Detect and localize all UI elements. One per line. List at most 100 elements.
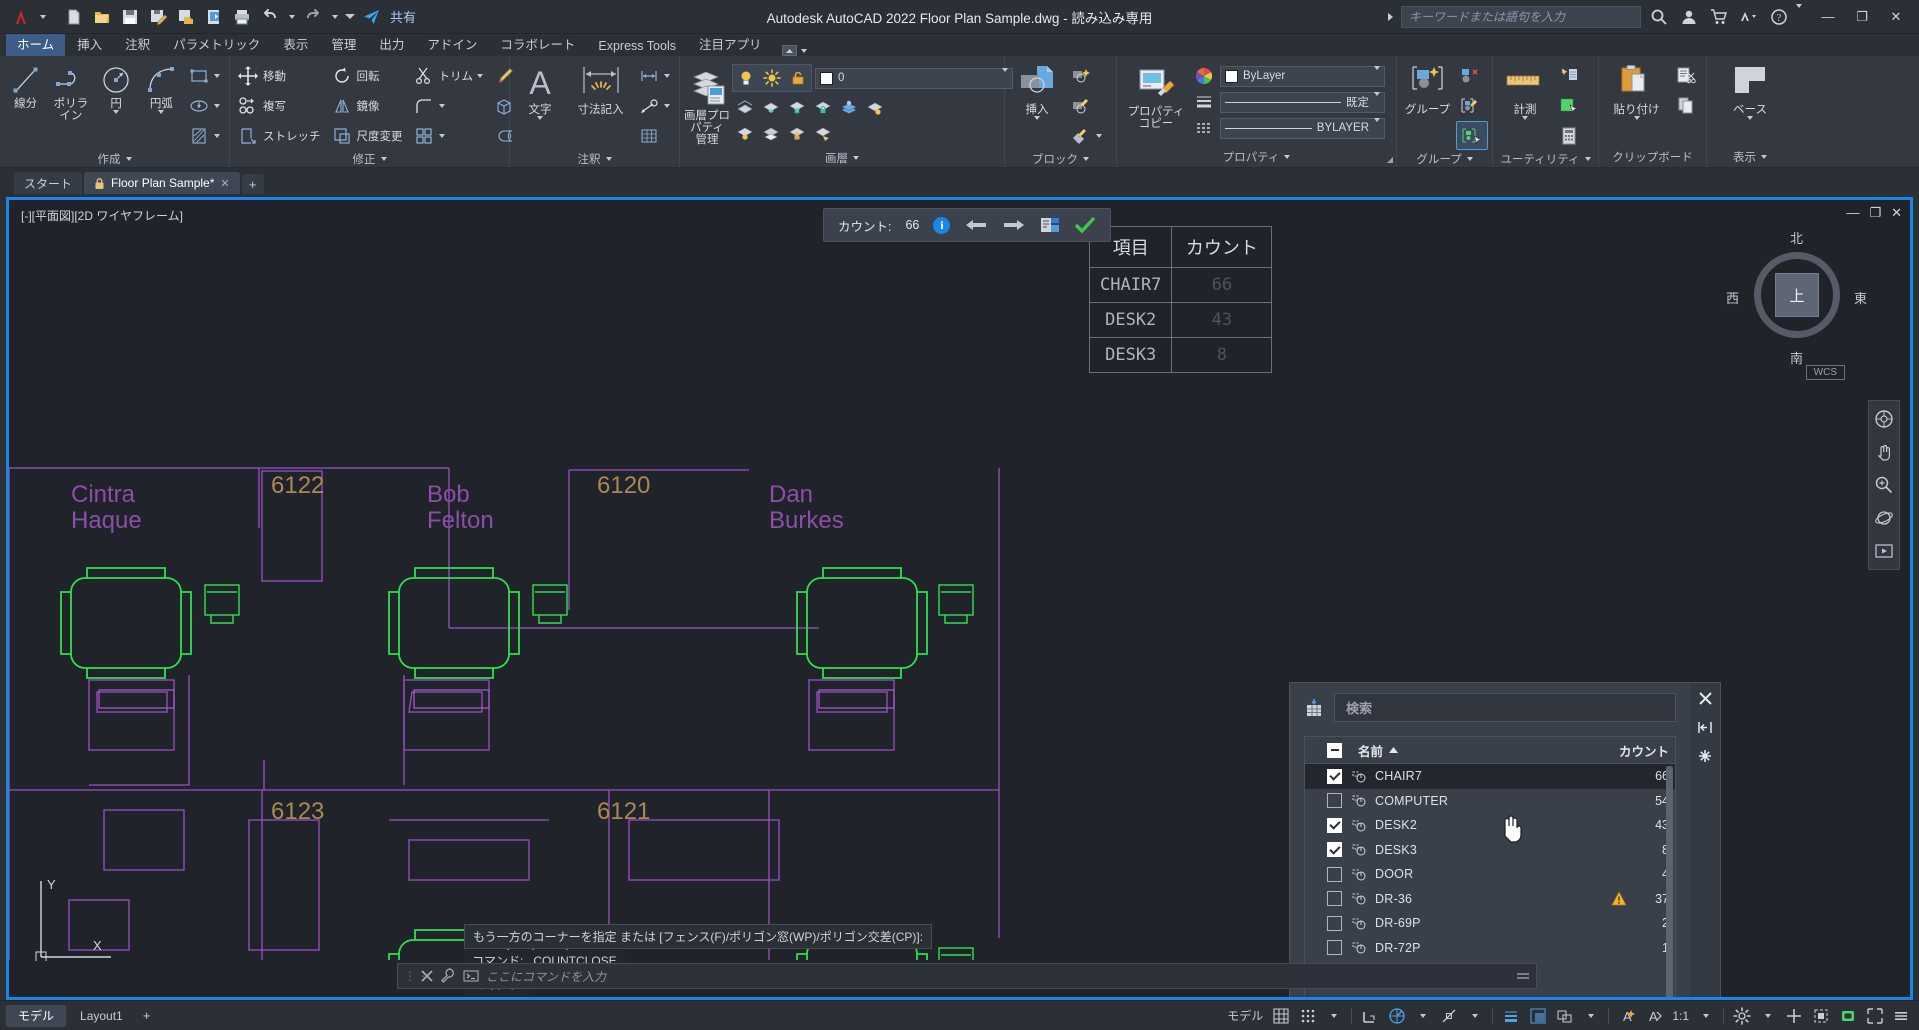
tool-polyline[interactable]: ポリライン bbox=[49, 61, 92, 124]
tool-trim[interactable]: トリム bbox=[410, 61, 488, 90]
command-line-expand-icon[interactable] bbox=[1516, 971, 1530, 981]
tool-layer-properties[interactable]: 画層プロパティ 管理 bbox=[684, 67, 730, 148]
command-line-close-icon[interactable] bbox=[421, 970, 433, 982]
close-button[interactable]: ✕ bbox=[1879, 1, 1913, 33]
sort-ascending-icon[interactable] bbox=[1388, 746, 1399, 754]
command-input[interactable]: ここにコマンドを入力 bbox=[486, 968, 1509, 985]
panel-title-draw[interactable]: 作成 bbox=[0, 150, 229, 167]
save-to-web-icon[interactable] bbox=[173, 4, 199, 30]
annotation-scale-icon[interactable]: A bbox=[1641, 1004, 1667, 1028]
hardware-acceleration-icon[interactable] bbox=[1835, 1004, 1861, 1028]
account-icon[interactable] bbox=[1676, 4, 1701, 29]
grid-display-icon[interactable] bbox=[1268, 1004, 1294, 1028]
polar-tracking-icon[interactable] bbox=[1384, 1004, 1410, 1028]
tool-group[interactable]: グループ bbox=[1401, 61, 1454, 118]
linetype-selector[interactable]: 既定 bbox=[1220, 91, 1385, 113]
ribbon-tab-home[interactable]: ホーム bbox=[6, 32, 66, 56]
tool-insert-block[interactable]: 挿入 bbox=[1009, 61, 1065, 122]
tool-text[interactable]: A 文字 bbox=[514, 61, 566, 122]
layer-lock-icon[interactable] bbox=[785, 65, 811, 91]
layer-merge-icon[interactable] bbox=[758, 121, 784, 147]
open-from-web-icon[interactable] bbox=[201, 4, 227, 30]
ribbon-tab-output[interactable]: 出力 bbox=[368, 32, 415, 56]
redo-caret-icon[interactable] bbox=[328, 4, 341, 30]
tool-rectangle[interactable] bbox=[185, 61, 225, 90]
layout-tab-model[interactable]: モデル bbox=[6, 1004, 67, 1027]
layer-selector[interactable]: 0 bbox=[815, 67, 1013, 89]
panel-title-block[interactable]: ブロック bbox=[1005, 150, 1116, 167]
tool-scale[interactable]: 尺度変更 bbox=[328, 121, 408, 150]
previous-arrow-icon[interactable] bbox=[964, 217, 988, 233]
save-as-icon[interactable] bbox=[145, 4, 171, 30]
layer-isolate-icon[interactable] bbox=[758, 95, 784, 121]
table-row[interactable]: DR-36 37 bbox=[1305, 887, 1675, 912]
layer-match-icon[interactable] bbox=[732, 95, 758, 121]
auto-hide-icon[interactable] bbox=[1694, 718, 1716, 736]
selection-cycling-caret-icon[interactable] bbox=[1579, 1004, 1603, 1028]
table-row[interactable]: DESK3 8 bbox=[1305, 838, 1675, 863]
linetype-icon[interactable] bbox=[1193, 117, 1215, 139]
count-search-input[interactable]: 検索 bbox=[1334, 693, 1676, 722]
tool-ungroup[interactable] bbox=[1456, 61, 1488, 90]
info-icon[interactable]: i bbox=[933, 216, 951, 234]
tool-ellipse[interactable] bbox=[185, 91, 225, 120]
polar-caret-icon[interactable] bbox=[1411, 1004, 1435, 1028]
maximize-button[interactable]: ❐ bbox=[1845, 1, 1879, 33]
cart-icon[interactable] bbox=[1706, 4, 1731, 29]
redo-icon[interactable] bbox=[300, 4, 326, 30]
workspace-switching-icon[interactable] bbox=[1729, 1004, 1755, 1028]
new-document-tab-button[interactable]: + bbox=[241, 174, 264, 194]
panel-title-layers[interactable]: 画層 bbox=[680, 148, 1004, 167]
ribbon-tab-annotate[interactable]: 注釈 bbox=[114, 32, 161, 56]
tool-measure[interactable]: 計測 bbox=[1497, 61, 1553, 122]
properties-icon[interactable] bbox=[1694, 747, 1716, 765]
clean-screen-icon[interactable] bbox=[1862, 1004, 1888, 1028]
tool-stretch[interactable]: ストレッチ bbox=[234, 121, 326, 150]
minimize-button[interactable]: — bbox=[1811, 1, 1845, 33]
isolate-objects-icon[interactable] bbox=[1808, 1004, 1834, 1028]
application-menu-button[interactable] bbox=[8, 4, 34, 30]
transparency-icon[interactable] bbox=[1525, 1004, 1551, 1028]
object-color-selector[interactable]: ByLayer bbox=[1220, 65, 1385, 87]
panel-title-clipboard[interactable]: クリップボード bbox=[1599, 147, 1706, 167]
layer-freeze-icon[interactable] bbox=[784, 95, 810, 121]
ribbon-tab-featured-apps[interactable]: 注目アプリ bbox=[688, 32, 773, 56]
lineweight-selector[interactable]: BYLAYER bbox=[1220, 117, 1385, 139]
tool-array[interactable] bbox=[410, 121, 488, 150]
save-icon[interactable] bbox=[117, 4, 143, 30]
count-table-icon[interactable] bbox=[1040, 216, 1060, 234]
panel-title-utilities[interactable]: ユーティリティ bbox=[1493, 150, 1598, 167]
close-count-icon[interactable] bbox=[1074, 216, 1096, 234]
orbit-icon[interactable] bbox=[1871, 505, 1897, 531]
panel-title-modify[interactable]: 修正 bbox=[230, 150, 509, 167]
tool-circle[interactable]: 円 bbox=[95, 61, 138, 116]
tool-line[interactable]: 線分 bbox=[4, 61, 47, 112]
row-checkbox[interactable] bbox=[1327, 817, 1342, 833]
app-menu-caret-icon[interactable] bbox=[36, 4, 49, 30]
undo-icon[interactable] bbox=[257, 4, 283, 30]
table-row[interactable]: DESK2 43 bbox=[1305, 813, 1675, 838]
table-row[interactable]: COMPUTER 54 bbox=[1305, 789, 1675, 814]
ribbon-tab-express-tools[interactable]: Express Tools bbox=[587, 37, 687, 56]
undo-caret-icon[interactable] bbox=[285, 4, 298, 30]
status-bar-menu-icon[interactable] bbox=[1889, 1004, 1913, 1028]
panel-title-properties[interactable]: プロパティ bbox=[1117, 147, 1396, 167]
plot-icon[interactable] bbox=[229, 4, 255, 30]
new-file-icon[interactable] bbox=[61, 4, 87, 30]
annotation-scale-value[interactable]: 1:1 bbox=[1668, 1004, 1693, 1028]
table-row[interactable]: DOOR 4 bbox=[1305, 862, 1675, 887]
object-snap-icon[interactable] bbox=[1436, 1004, 1462, 1028]
annotation-visibility-icon[interactable]: A bbox=[1614, 1004, 1640, 1028]
help-icon[interactable]: ? bbox=[1766, 4, 1791, 29]
warning-icon[interactable] bbox=[1611, 891, 1627, 906]
table-row[interactable]: DR-72P 1 bbox=[1305, 936, 1675, 961]
tool-quick-select[interactable] bbox=[1555, 61, 1585, 90]
tool-move[interactable]: 移動 bbox=[234, 61, 326, 90]
row-checkbox[interactable] bbox=[1327, 793, 1342, 809]
zoom-icon[interactable] bbox=[1871, 472, 1897, 498]
ribbon-minimize-control[interactable] bbox=[774, 45, 815, 56]
count-table-scrollbar[interactable] bbox=[1666, 766, 1673, 997]
count-column-name[interactable]: 名前 bbox=[1358, 741, 1383, 760]
layer-previous-icon[interactable] bbox=[810, 121, 836, 147]
snap-mode-icon[interactable] bbox=[1295, 1004, 1321, 1028]
